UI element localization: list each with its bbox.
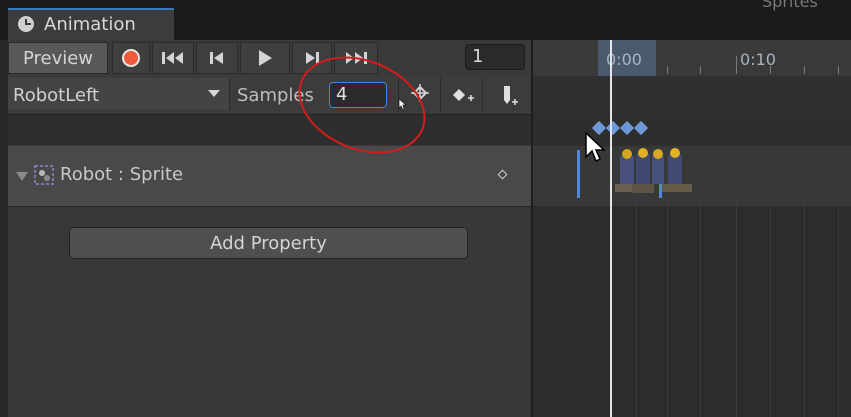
sprite-icon	[34, 165, 54, 185]
clip-dropdown[interactable]: RobotLeft	[8, 78, 230, 110]
add-keyframe-button[interactable]	[440, 78, 482, 112]
first-frame-icon	[162, 52, 183, 64]
add-keyframe-icon	[453, 89, 474, 101]
keyframe-diamond-icon[interactable]	[497, 169, 508, 180]
grid-line	[736, 146, 737, 417]
hierarchy-spacer	[8, 115, 532, 145]
play-icon	[259, 50, 272, 66]
mouse-cursor-icon	[585, 132, 606, 163]
tab-title: Animation	[44, 14, 136, 35]
sprites-tab-label[interactable]: Sprites	[762, 0, 818, 11]
current-frame-field[interactable]: 1	[465, 44, 525, 70]
ruler-tick	[770, 66, 771, 74]
prev-frame-icon	[210, 52, 223, 64]
ruler-tick	[838, 66, 839, 74]
record-icon	[122, 49, 140, 67]
first-frame-button[interactable]	[152, 42, 194, 74]
play-button[interactable]	[240, 42, 290, 74]
playhead-line[interactable]	[610, 40, 612, 417]
grid-line	[770, 146, 771, 417]
add-property-button[interactable]: Add Property	[69, 227, 468, 259]
tab-animation[interactable]: Animation	[8, 8, 174, 40]
clip-toolbar: RobotLeft Samples 4	[8, 76, 532, 115]
property-track-row[interactable]: Robot : Sprite	[8, 146, 532, 207]
foldout-arrow-icon[interactable]	[16, 172, 28, 181]
ruler-tick	[736, 56, 737, 74]
ruler-tick	[804, 66, 805, 74]
prev-frame-button[interactable]	[196, 42, 238, 74]
ruler-tick	[700, 66, 701, 74]
selection-marker	[577, 150, 580, 198]
playback-toolbar: Preview 1	[8, 40, 532, 77]
track-label: Robot : Sprite	[60, 164, 184, 185]
summary-keyframe-row[interactable]	[533, 115, 851, 145]
chevron-down-icon	[208, 90, 220, 97]
ruler-tick	[667, 66, 668, 74]
grid-line	[838, 146, 839, 417]
add-event-button[interactable]	[482, 78, 532, 112]
panel-divider[interactable]	[531, 40, 533, 417]
add-event-icon	[504, 86, 518, 105]
sprite-thumbnails	[615, 148, 692, 193]
timeline-toolbar-band	[533, 76, 851, 114]
animation-window-icon	[18, 16, 34, 32]
preview-button[interactable]: Preview	[8, 42, 108, 74]
grid-line	[804, 146, 805, 417]
small-cursor-icon	[398, 98, 408, 111]
record-button[interactable]	[112, 42, 150, 74]
